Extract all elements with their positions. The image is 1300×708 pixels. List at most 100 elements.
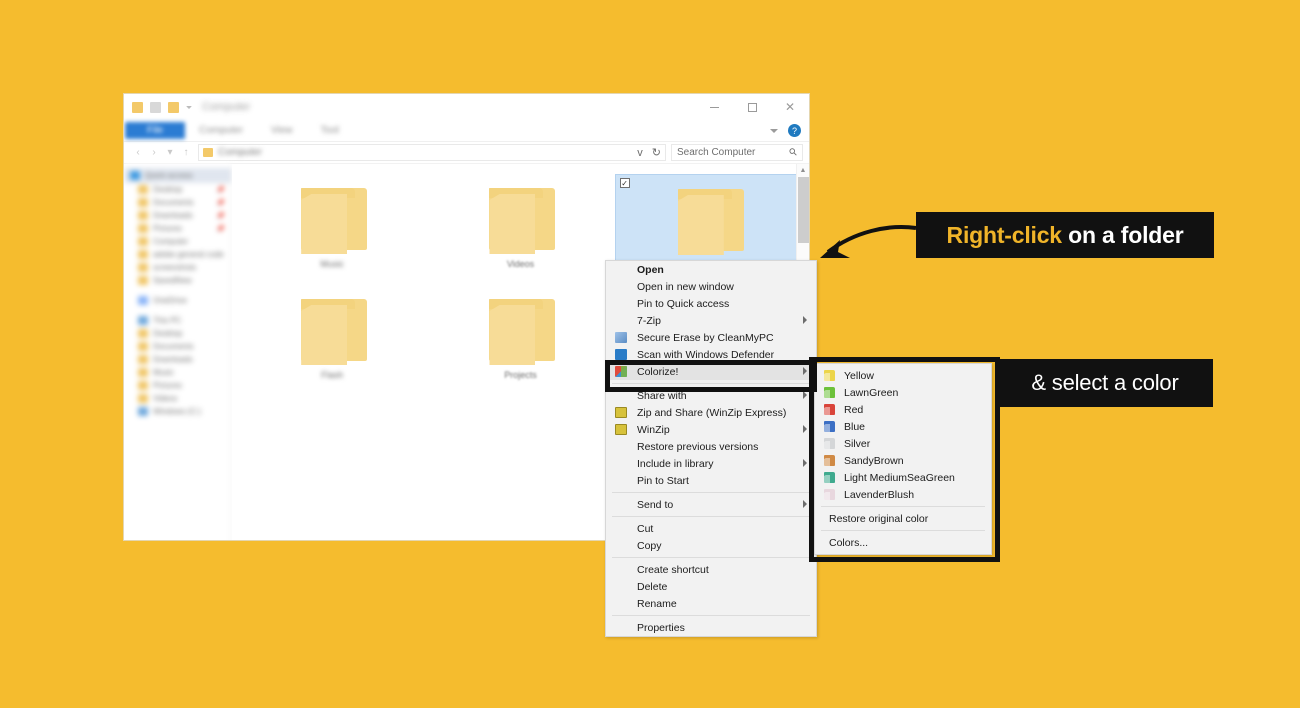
sidebar-item-computer[interactable]: Computer bbox=[124, 235, 231, 248]
minimize-button[interactable] bbox=[695, 94, 733, 120]
menu-item-open[interactable]: Open bbox=[606, 261, 816, 278]
menu-item-label: WinZip bbox=[637, 424, 670, 436]
sidebar-item-label: Desktop bbox=[153, 329, 182, 338]
file-tile[interactable]: Music bbox=[238, 174, 426, 269]
quick-access-toolbar[interactable] bbox=[124, 102, 192, 113]
breadcrumb-controls: v ↻ bbox=[637, 146, 661, 159]
scroll-up-icon[interactable]: ▲ bbox=[797, 164, 809, 177]
menu-item-properties[interactable]: Properties bbox=[606, 619, 816, 636]
menu-item-cut[interactable]: Cut bbox=[606, 520, 816, 537]
sidebar-item-this-pc[interactable]: This PC bbox=[124, 314, 231, 327]
folder-icon bbox=[483, 291, 557, 365]
menu-item-rename[interactable]: Rename bbox=[606, 595, 816, 612]
tab-view[interactable]: View bbox=[257, 123, 307, 138]
file-tile-selected[interactable]: ✓ bbox=[615, 174, 803, 269]
tab-file[interactable]: File bbox=[125, 122, 185, 139]
sidebar-item-screenshots[interactable]: screenshots bbox=[124, 261, 231, 274]
drive-icon bbox=[138, 407, 148, 416]
window-controls: ✕ bbox=[695, 94, 809, 120]
close-button[interactable]: ✕ bbox=[771, 94, 809, 120]
sidebar-item-onedrive[interactable]: OneDrive bbox=[124, 294, 231, 307]
scrollbar-thumb[interactable] bbox=[798, 177, 809, 243]
menu-item-label: Include in library bbox=[637, 458, 713, 470]
folder-icon bbox=[672, 181, 746, 255]
sidebar-header-label: Quick access bbox=[145, 171, 193, 180]
sidebar-item-label: SavedNew bbox=[153, 276, 192, 285]
folder-icon bbox=[295, 291, 369, 365]
folder-icon bbox=[138, 368, 148, 377]
sidebar-item-label: Computer bbox=[153, 237, 188, 246]
sidebar-item-label: Documents bbox=[153, 198, 193, 207]
callout-text: & select a color bbox=[1031, 370, 1178, 396]
star-icon bbox=[130, 171, 140, 180]
sidebar-spacer bbox=[124, 307, 231, 314]
sidebar-item-videos[interactable]: Videos bbox=[124, 392, 231, 405]
sidebar-item-music[interactable]: Music bbox=[124, 366, 231, 379]
menu-item-secure-erase[interactable]: Secure Erase by CleanMyPC bbox=[606, 329, 816, 346]
forward-button[interactable]: › bbox=[146, 145, 162, 161]
sidebar-item-windows-c[interactable]: Windows (C:) bbox=[124, 405, 231, 418]
sidebar-item-adobe-general-code[interactable]: adobe general code bbox=[124, 248, 231, 261]
chevron-right-icon bbox=[803, 391, 807, 399]
tab-computer[interactable]: Computer bbox=[185, 123, 257, 138]
refresh-icon[interactable]: ↻ bbox=[652, 146, 661, 159]
properties-icon[interactable] bbox=[150, 102, 161, 113]
sidebar-item-label: Downloads bbox=[153, 211, 193, 220]
highlight-box-color-submenu bbox=[809, 357, 1000, 562]
sidebar-item-label: OneDrive bbox=[153, 296, 187, 305]
callout-text: Right-click on a folder bbox=[947, 222, 1184, 249]
sidebar-item-documents-2[interactable]: Documents bbox=[124, 340, 231, 353]
new-folder-icon[interactable] bbox=[168, 102, 179, 113]
menu-item-delete[interactable]: Delete bbox=[606, 578, 816, 595]
chevron-down-icon[interactable]: v bbox=[637, 147, 643, 159]
sidebar-item-documents[interactable]: Documents 📌 bbox=[124, 196, 231, 209]
menu-item-restore-previous-versions[interactable]: Restore previous versions bbox=[606, 438, 816, 455]
folder-icon bbox=[138, 211, 148, 220]
menu-item-winzip[interactable]: WinZip bbox=[606, 421, 816, 438]
sidebar-item-pictures[interactable]: Pictures 📌 bbox=[124, 222, 231, 235]
search-input[interactable]: Search Computer ⚲ bbox=[671, 144, 803, 161]
sidebar-item-label: Documents bbox=[153, 342, 193, 351]
menu-item-open-in-new-window[interactable]: Open in new window bbox=[606, 278, 816, 295]
sidebar-item-desktop-2[interactable]: Desktop bbox=[124, 327, 231, 340]
sidebar-item-downloads-2[interactable]: Downloads bbox=[124, 353, 231, 366]
sidebar-item-savednew[interactable]: SavedNew bbox=[124, 274, 231, 287]
tab-tool[interactable]: Tool bbox=[307, 123, 353, 138]
back-button[interactable]: ‹ bbox=[130, 145, 146, 161]
chevron-down-icon[interactable] bbox=[186, 106, 192, 109]
file-tile[interactable]: Projects bbox=[426, 285, 614, 380]
menu-item-send-to[interactable]: Send to bbox=[606, 496, 816, 513]
folder-icon bbox=[138, 237, 148, 246]
menu-item-include-in-library[interactable]: Include in library bbox=[606, 455, 816, 472]
sidebar-item-desktop[interactable]: Desktop 📌 bbox=[124, 183, 231, 196]
folder-icon bbox=[138, 342, 148, 351]
menu-item-pin-to-quick-access[interactable]: Pin to Quick access bbox=[606, 295, 816, 312]
menu-separator bbox=[612, 492, 810, 493]
sidebar-item-downloads[interactable]: Downloads 📌 bbox=[124, 209, 231, 222]
folder-icon bbox=[132, 102, 143, 113]
window-title: Computer bbox=[202, 101, 250, 113]
folder-icon bbox=[483, 180, 557, 254]
menu-item-7zip[interactable]: 7-Zip bbox=[606, 312, 816, 329]
help-icon[interactable]: ? bbox=[788, 124, 801, 137]
up-button[interactable]: ↑ bbox=[178, 145, 194, 161]
maximize-button[interactable] bbox=[733, 94, 771, 120]
file-tile[interactable]: Videos bbox=[426, 174, 614, 269]
menu-item-pin-to-start[interactable]: Pin to Start bbox=[606, 472, 816, 489]
sidebar-item-pictures-2[interactable]: Pictures bbox=[124, 379, 231, 392]
menu-item-create-shortcut[interactable]: Create shortcut bbox=[606, 561, 816, 578]
folder-icon bbox=[138, 381, 148, 390]
file-tile[interactable]: Flash bbox=[238, 285, 426, 380]
chevron-down-icon[interactable] bbox=[770, 129, 778, 133]
menu-separator bbox=[612, 516, 810, 517]
folder-icon bbox=[138, 394, 148, 403]
callout-highlight: Right-click bbox=[947, 222, 1062, 248]
recent-locations-icon[interactable]: ▾ bbox=[162, 145, 178, 161]
menu-item-zip-and-share[interactable]: Zip and Share (WinZip Express) bbox=[606, 404, 816, 421]
pin-icon: 📌 bbox=[216, 199, 225, 207]
sidebar-header-quick-access[interactable]: Quick access bbox=[124, 168, 231, 183]
search-icon[interactable]: ⚲ bbox=[787, 146, 800, 159]
menu-item-copy[interactable]: Copy bbox=[606, 537, 816, 554]
checkbox-icon[interactable]: ✓ bbox=[620, 178, 630, 188]
breadcrumb[interactable]: Computer v ↻ bbox=[198, 144, 666, 161]
